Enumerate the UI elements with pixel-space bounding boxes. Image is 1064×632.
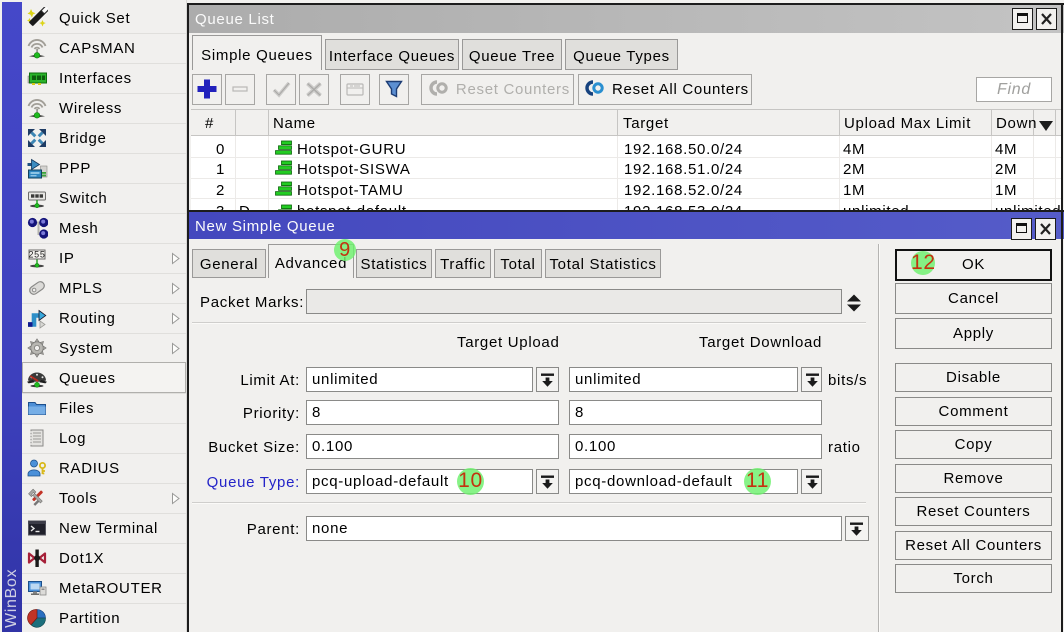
svg-text:255: 255: [28, 250, 45, 260]
